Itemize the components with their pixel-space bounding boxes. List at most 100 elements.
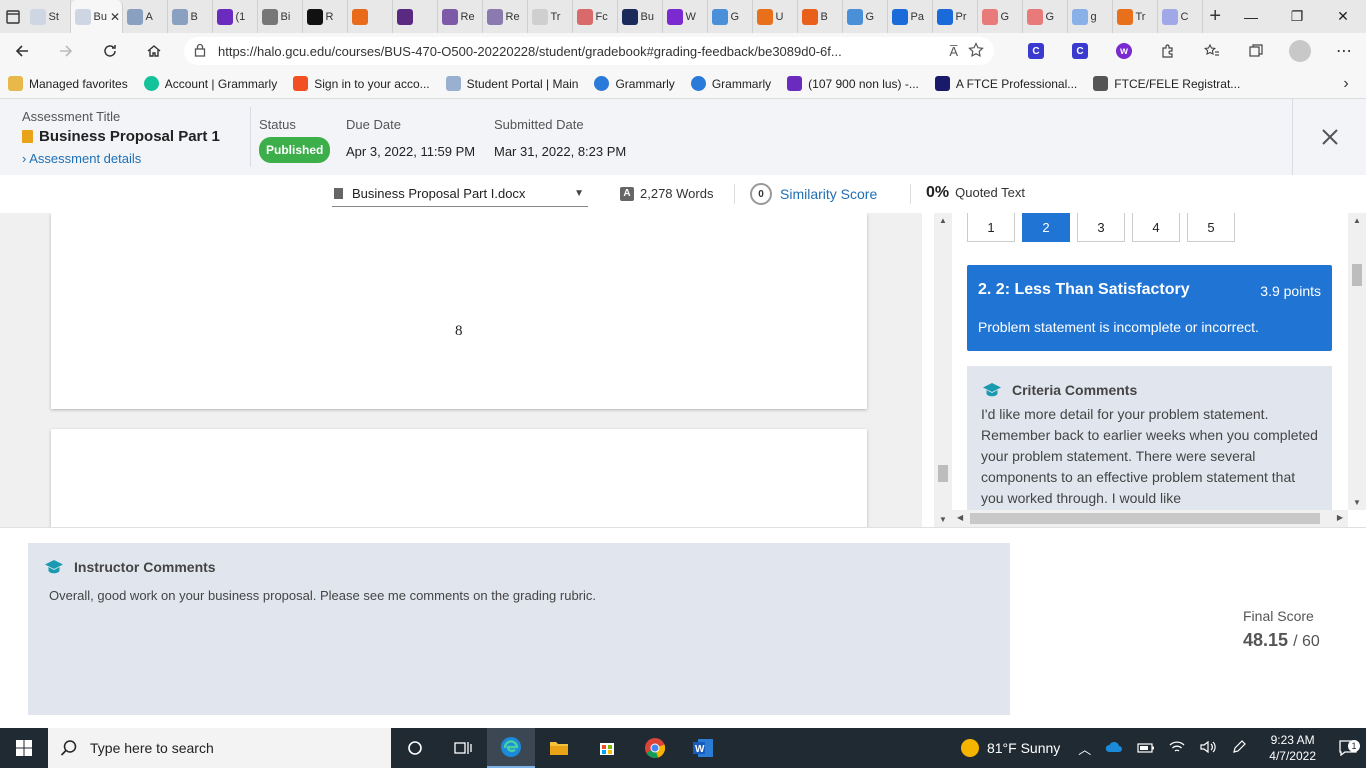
browser-tab[interactable]: Bu ✕	[70, 0, 123, 33]
rubric-level-2-button[interactable]: 2	[1022, 213, 1070, 242]
chevron-up-icon[interactable]: ︿	[1078, 739, 1091, 758]
favorite-item[interactable]: Account | Grammarly	[136, 76, 285, 91]
extension-w-icon[interactable]: w	[1102, 33, 1146, 69]
taskbar-search[interactable]: Type here to search	[48, 728, 391, 768]
cortana-icon[interactable]	[391, 728, 439, 768]
favorites-more-chevron-icon[interactable]: ›	[1326, 75, 1366, 93]
browser-tab[interactable]: G	[1023, 0, 1068, 33]
back-button[interactable]	[0, 33, 44, 69]
volume-icon[interactable]	[1199, 740, 1217, 757]
rubric-level-1-button[interactable]: 1	[967, 213, 1015, 242]
browser-tab[interactable]	[393, 0, 438, 33]
tab-close-icon[interactable]: ✕	[110, 10, 120, 24]
browser-tab[interactable]: G	[843, 0, 888, 33]
more-menu-icon[interactable]: ⋯	[1322, 33, 1366, 69]
document-viewer[interactable]: 8	[0, 213, 922, 527]
scroll-right-icon[interactable]: ▶	[1337, 513, 1343, 522]
favorite-item[interactable]: Grammarly	[586, 76, 682, 91]
document-scrollbar[interactable]: ▲ ▼	[934, 213, 952, 527]
favorite-item[interactable]: A FTCE Professional...	[927, 76, 1085, 91]
collections-icon[interactable]	[1234, 33, 1278, 69]
submitted-date-block: Submitted Date Mar 31, 2022, 8:23 PM	[494, 117, 626, 159]
rubric-level-5-button[interactable]: 5	[1187, 213, 1235, 242]
rubric-horizontal-scrollbar[interactable]: ◀ ▶	[952, 510, 1348, 527]
browser-tab[interactable]: Bi	[258, 0, 303, 33]
edge-taskbar-icon[interactable]	[487, 728, 535, 768]
scroll-down-icon[interactable]: ▼	[1353, 498, 1361, 507]
profile-avatar[interactable]	[1278, 33, 1322, 69]
scroll-up-icon[interactable]: ▲	[1353, 216, 1361, 225]
scroll-thumb[interactable]	[938, 465, 948, 482]
browser-tab[interactable]: U	[753, 0, 798, 33]
rubric-level-4-button[interactable]: 4	[1132, 213, 1180, 242]
file-explorer-icon[interactable]	[535, 728, 583, 768]
scroll-down-icon[interactable]: ▼	[939, 515, 947, 524]
notifications-button[interactable]: 1	[1330, 740, 1366, 756]
browser-tab[interactable]: Tr	[528, 0, 573, 33]
scroll-thumb[interactable]	[1352, 264, 1362, 286]
restore-button[interactable]: ❐	[1274, 0, 1320, 33]
browser-tab[interactable]: B	[168, 0, 213, 33]
weather-widget[interactable]: 81°F Sunny	[960, 739, 1078, 757]
battery-icon[interactable]	[1137, 741, 1155, 756]
file-selector[interactable]: Business Proposal Part I.docx ▼	[332, 181, 588, 207]
start-button[interactable]	[0, 728, 48, 768]
browser-tab[interactable]: Bu	[618, 0, 663, 33]
scroll-thumb[interactable]	[970, 513, 1320, 524]
browser-tab[interactable]: Re	[483, 0, 528, 33]
add-favorite-icon[interactable]	[968, 41, 984, 61]
scroll-left-icon[interactable]: ◀	[957, 513, 963, 522]
browser-tab[interactable]: G	[978, 0, 1023, 33]
browser-tab[interactable]: g	[1068, 0, 1113, 33]
assessment-details-link[interactable]: › Assessment details	[22, 151, 220, 166]
similarity-score-button[interactable]: 0 Similarity Score	[750, 183, 877, 205]
favorite-item[interactable]: Student Portal | Main	[438, 76, 587, 91]
extensions-puzzle-icon[interactable]	[1146, 33, 1190, 69]
chrome-icon[interactable]	[631, 728, 679, 768]
favorite-item[interactable]: (107 900 non lus) -...	[779, 76, 927, 91]
browser-tab[interactable]: C	[1158, 0, 1203, 33]
read-aloud-icon[interactable]: A̅	[949, 44, 958, 59]
favorite-item[interactable]: Grammarly	[683, 76, 779, 91]
browser-tab[interactable]: (1	[213, 0, 258, 33]
pen-icon[interactable]	[1231, 739, 1247, 758]
wifi-icon[interactable]	[1169, 740, 1185, 757]
task-view-icon[interactable]	[439, 728, 487, 768]
browser-tab[interactable]: A	[123, 0, 168, 33]
store-icon[interactable]	[583, 728, 631, 768]
scroll-up-icon[interactable]: ▲	[939, 216, 947, 225]
favorite-item[interactable]: FTCE/FELE Registrat...	[1085, 76, 1248, 91]
onedrive-icon[interactable]	[1105, 741, 1123, 756]
window-close-button[interactable]: ✕	[1320, 0, 1366, 33]
new-tab-button[interactable]: +	[1203, 5, 1229, 28]
rubric-scrollbar[interactable]: ▲ ▼	[1348, 213, 1366, 510]
browser-tab[interactable]: Fc	[573, 0, 618, 33]
tab-label: Bu	[93, 10, 107, 23]
browser-tab[interactable]: Re	[438, 0, 483, 33]
browser-tab[interactable]: Pa	[888, 0, 933, 33]
browser-tab[interactable]: Tr	[1113, 0, 1158, 33]
extension-c2-icon[interactable]: C	[1058, 33, 1102, 69]
tab-favicon-icon	[936, 8, 953, 25]
home-button[interactable]	[132, 33, 176, 69]
favorite-item[interactable]: Managed favorites	[0, 76, 136, 91]
browser-tab[interactable]: B	[798, 0, 843, 33]
extension-c-icon[interactable]: C	[1014, 33, 1058, 69]
word-icon[interactable]: W	[679, 728, 727, 768]
minimize-button[interactable]: —	[1228, 0, 1274, 33]
url-field[interactable]: https://halo.gcu.edu/courses/BUS-470-O50…	[184, 37, 994, 65]
rubric-level-3-button[interactable]: 3	[1077, 213, 1125, 242]
browser-tab[interactable]: Pr	[933, 0, 978, 33]
forward-button[interactable]	[44, 33, 88, 69]
browser-tab[interactable]: W	[663, 0, 708, 33]
browser-tab[interactable]: R	[303, 0, 348, 33]
favorite-item[interactable]: Sign in to your acco...	[285, 76, 437, 91]
browser-tab[interactable]: G	[708, 0, 753, 33]
close-feedback-button[interactable]	[1292, 99, 1366, 175]
refresh-button[interactable]	[88, 33, 132, 69]
favorites-list-icon[interactable]	[1190, 33, 1234, 69]
clock[interactable]: 9:23 AM 4/7/2022	[1255, 732, 1330, 764]
browser-tab[interactable]	[348, 0, 393, 33]
tab-actions-button[interactable]	[0, 0, 26, 33]
browser-tab[interactable]: St	[26, 0, 71, 33]
